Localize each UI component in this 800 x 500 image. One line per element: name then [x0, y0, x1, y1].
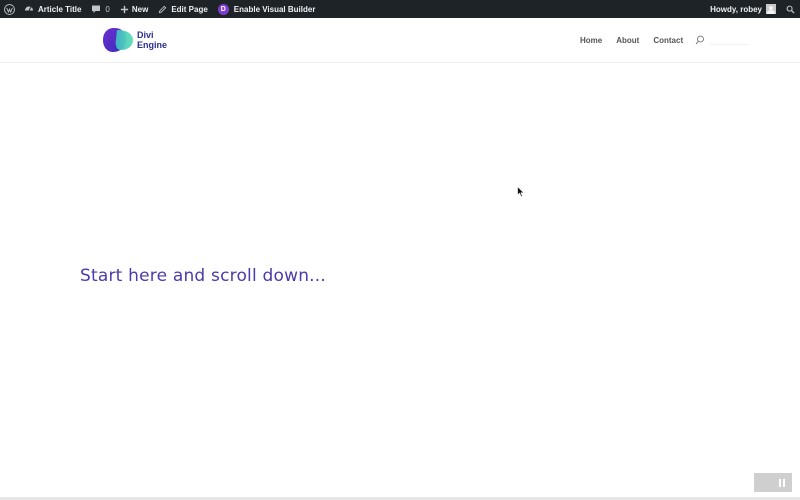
site-logo[interactable]: Divi Engine [102, 27, 167, 53]
new-label: New [131, 4, 149, 14]
search-icon [786, 5, 795, 14]
wordpress-menu[interactable] [0, 0, 19, 18]
nav-contact[interactable]: Contact [653, 36, 683, 45]
admin-search-button[interactable] [781, 0, 800, 18]
site-name-menu[interactable]: Article Title [19, 0, 86, 18]
greeting-text: Howdy, robey [710, 4, 762, 14]
comments-count: 0 [105, 4, 110, 14]
site-header: Divi Engine Home About Contact [0, 18, 800, 63]
comments-menu[interactable]: 0 [86, 0, 114, 18]
enable-visual-builder-link[interactable]: D Enable Visual Builder [213, 0, 321, 18]
edit-page-link[interactable]: Edit Page [153, 0, 212, 18]
logo-line-1: Divi [137, 30, 154, 40]
site-title: Article Title [38, 4, 82, 14]
comment-bubble-icon [92, 5, 101, 13]
pause-icon-bar-right [783, 478, 785, 487]
logo-line-2: Engine [137, 40, 168, 50]
avatar [766, 4, 776, 14]
divi-logo-icon: D [217, 3, 229, 15]
divi-engine-logo-icon [103, 28, 133, 52]
search-icon[interactable] [695, 35, 705, 45]
account-menu[interactable]: Howdy, robey [705, 0, 781, 18]
wordpress-logo-icon [4, 3, 15, 15]
dashboard-icon [25, 6, 33, 11]
pause-button[interactable] [754, 473, 792, 492]
nav-home[interactable]: Home [580, 36, 602, 45]
new-content-menu[interactable]: New [115, 0, 153, 18]
edit-page-label: Edit Page [171, 4, 208, 14]
admin-bar: Article Title 0 New Edit Page D Enable V… [0, 0, 800, 18]
pause-icon-bar-left [779, 478, 781, 487]
mouse-cursor-icon [517, 186, 525, 198]
hero-heading: Start here and scroll down... [80, 266, 326, 286]
main-navigation: Home About Contact [580, 35, 750, 45]
plus-icon [120, 5, 128, 13]
search-input[interactable] [709, 35, 750, 45]
logo-text: Divi Engine [137, 30, 167, 50]
nav-about[interactable]: About [616, 36, 639, 45]
pencil-icon [159, 5, 167, 13]
visual-builder-label: Enable Visual Builder [233, 4, 316, 14]
